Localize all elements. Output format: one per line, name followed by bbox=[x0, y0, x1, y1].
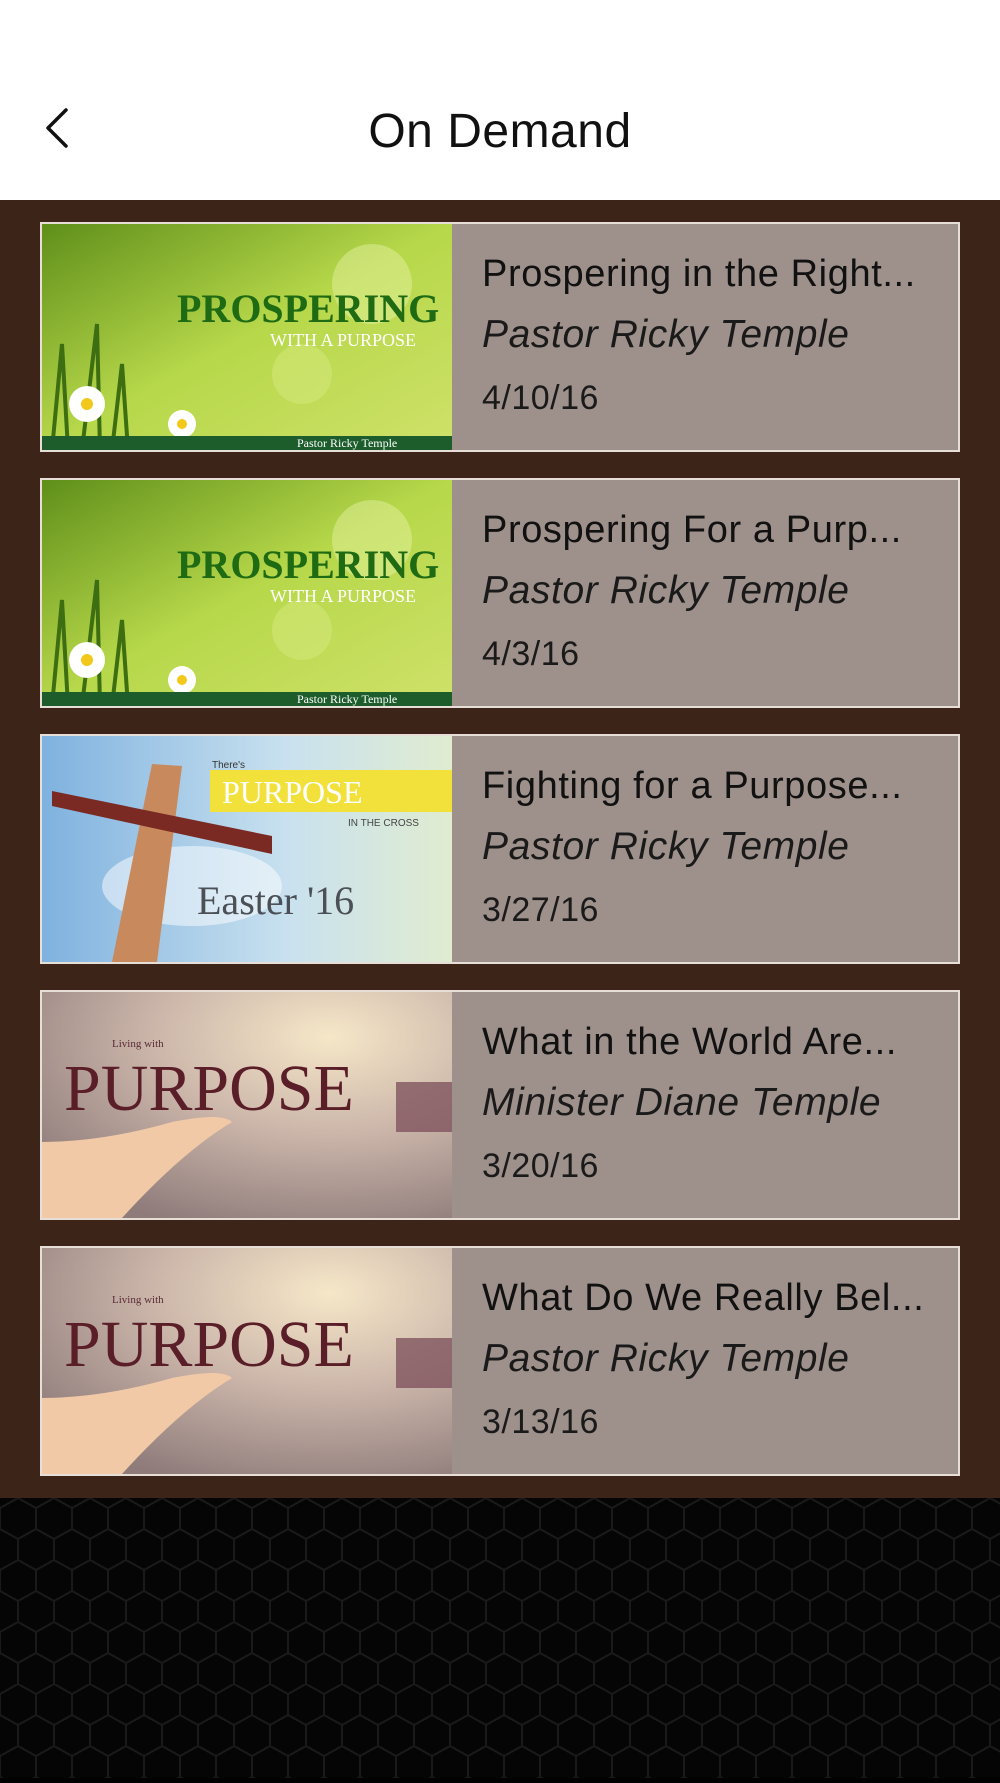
thumbnail-title: PROSPERING bbox=[177, 286, 439, 331]
thumbnail-title: PURPOSE bbox=[222, 774, 363, 810]
sermon-thumbnail: PROSPERING WITH A PURPOSE Pastor Ricky T… bbox=[42, 224, 452, 450]
sermon-item[interactable]: PROSPERING WITH A PURPOSE Pastor Ricky T… bbox=[40, 222, 960, 452]
sermon-thumbnail: Living with PURPOSE bbox=[42, 992, 452, 1218]
sermon-title: What Do We Really Bel... bbox=[482, 1277, 925, 1319]
background-pattern bbox=[0, 1498, 1000, 1778]
sermon-speaker: Minister Diane Temple bbox=[482, 1081, 882, 1124]
thumbnail-subtitle: IN THE CROSS bbox=[348, 818, 419, 829]
thumbnail-small-text: Living with bbox=[112, 1038, 164, 1050]
sermon-thumbnail: PROSPERING WITH A PURPOSE Pastor Ricky T… bbox=[42, 480, 452, 706]
sermon-date: 3/13/16 bbox=[482, 1403, 599, 1441]
sermon-speaker: Pastor Ricky Temple bbox=[482, 825, 850, 868]
sermon-item[interactable]: There's PURPOSE IN THE CROSS Easter '16 … bbox=[40, 734, 960, 964]
sermon-item[interactable]: Living with PURPOSE What Do We Really Be… bbox=[40, 1246, 960, 1476]
sermon-title: Prospering in the Right... bbox=[482, 253, 916, 295]
sermon-speaker: Pastor Ricky Temple bbox=[482, 313, 850, 356]
sermon-speaker: Pastor Ricky Temple bbox=[482, 569, 850, 612]
thumbnail-subtitle: WITH A PURPOSE bbox=[270, 586, 416, 606]
thumbnail-subtitle: WITH A PURPOSE bbox=[270, 330, 416, 350]
sermon-thumbnail: There's PURPOSE IN THE CROSS Easter '16 bbox=[42, 736, 452, 962]
sermon-item[interactable]: Living with PURPOSE What in the World Ar… bbox=[40, 990, 960, 1220]
thumbnail-small-text: Living with bbox=[112, 1294, 164, 1306]
thumbnail-footer: Pastor Ricky Temple bbox=[297, 436, 397, 450]
page-title: On Demand bbox=[368, 105, 632, 158]
sermon-date: 4/10/16 bbox=[482, 379, 599, 417]
sermon-item[interactable]: PROSPERING WITH A PURPOSE Pastor Ricky T… bbox=[40, 478, 960, 708]
header-bar: On Demand bbox=[0, 0, 1000, 200]
thumbnail-footer: Easter '16 bbox=[197, 878, 354, 923]
thumbnail-title: PURPOSE bbox=[64, 1308, 354, 1381]
thumbnail-title: PURPOSE bbox=[64, 1052, 354, 1125]
sermon-date: 3/27/16 bbox=[482, 891, 599, 929]
sermon-title: What in the World Are... bbox=[482, 1021, 897, 1063]
sermon-thumbnail: Living with PURPOSE bbox=[42, 1248, 452, 1474]
sermon-list: PROSPERING WITH A PURPOSE Pastor Ricky T… bbox=[0, 200, 1000, 1498]
thumbnail-small-text: There's bbox=[212, 760, 245, 771]
sermon-title: Prospering For a Purp... bbox=[482, 509, 902, 551]
sermon-date: 3/20/16 bbox=[482, 1147, 599, 1185]
thumbnail-title: PROSPERING bbox=[177, 542, 439, 587]
sermon-speaker: Pastor Ricky Temple bbox=[482, 1337, 850, 1380]
sermon-date: 4/3/16 bbox=[482, 635, 580, 673]
thumbnail-footer: Pastor Ricky Temple bbox=[297, 692, 397, 706]
sermon-title: Fighting for a Purpose... bbox=[482, 765, 903, 807]
